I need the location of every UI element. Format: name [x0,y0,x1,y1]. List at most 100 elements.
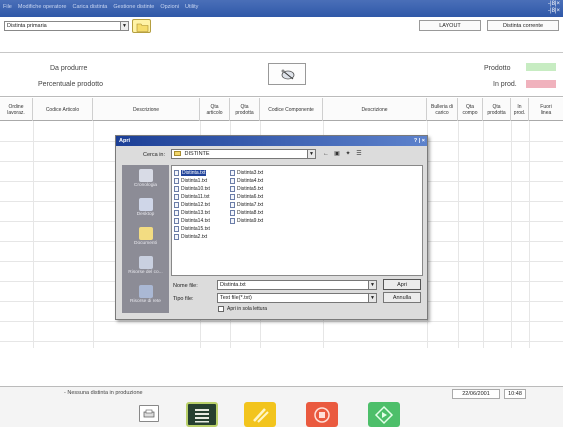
menu-carica-distinta[interactable]: Carica distinta [73,4,108,10]
grid-line [458,121,459,348]
nome-file-input[interactable]: Distinta.txt ▼ [217,280,377,290]
chevron-down-icon[interactable]: ▼ [120,22,128,30]
file-item[interactable]: Distinta4.txt [230,177,263,184]
stop-button[interactable] [306,402,338,427]
view-menu-icon[interactable]: ☰ [355,150,363,158]
file-item[interactable]: Distinta.txt [174,169,207,176]
file-item[interactable]: Distinta12.txt [174,201,210,208]
file-item[interactable]: Distinta14.txt [174,217,210,224]
network-icon [138,285,153,298]
col-ordine-lavorazione[interactable]: Ordine lavoraz. [0,98,33,121]
open-file-dialog: Apri ? | × Cerca in: DISTINTE ▼ ← ▣ ✦ ☰ … [115,135,428,320]
sola-lettura-checkbox[interactable] [218,306,224,312]
file-name: Distinta11.txt [181,193,210,200]
chevron-down-icon[interactable]: ▼ [368,281,376,289]
menu-utility[interactable]: Utility [185,4,198,10]
file-name: Distinta14.txt [181,217,210,224]
computer-icon [138,256,153,269]
tipo-file-value: Text file(*.txt) [220,295,252,301]
col-descrizione-componente[interactable]: Descrizione [323,98,427,121]
distinta-corrente-button[interactable]: Distinta corrente [487,20,559,31]
col-codice-articolo[interactable]: Codice Articolo [33,98,93,121]
new-folder-icon[interactable]: ✦ [344,150,352,158]
text-file-icon [230,177,235,184]
window-controls-doc[interactable]: -|8|× [548,8,560,15]
file-item[interactable]: Distinta8.txt [230,209,263,216]
table-header: Ordine lavoraz. Codice Articolo Descrizi… [0,98,563,121]
place-risorse-computer[interactable]: Risorse del co... [122,254,169,282]
file-item[interactable]: Distinta6.txt [230,193,263,200]
file-item[interactable]: Distinta11.txt [174,193,210,200]
apri-button[interactable]: Apri [383,279,421,290]
place-cronologia[interactable]: Cronologia [122,167,169,195]
place-label: Documenti [134,241,157,246]
cerca-in-select[interactable]: DISTINTE ▼ [171,149,316,159]
start-icon [374,405,394,424]
places-bar: Cronologia Desktop Documenti Risorse del… [122,165,169,313]
menu-modifiche-operatore[interactable]: Modifiche operatore [18,4,67,10]
start-button[interactable] [368,402,400,427]
col-qta-prodotta-compo[interactable]: Qta prodotta [483,98,511,121]
up-folder-icon[interactable]: ▣ [333,150,341,158]
file-item[interactable]: Distinta10.txt [174,185,210,192]
file-item[interactable]: Distinta7.txt [230,201,263,208]
place-label: Cronologia [133,183,158,188]
menu-opzioni[interactable]: Opzioni [160,4,179,10]
print-button[interactable] [139,405,159,422]
layout-button[interactable]: LAYOUT [419,20,481,31]
file-item[interactable]: Distinta15.txt [174,225,210,232]
text-file-icon [174,169,179,176]
col-descrizione[interactable]: Descrizione [93,98,200,121]
sola-lettura-label: Apri in sola lettura [227,306,268,312]
edit-button[interactable] [244,402,276,427]
col-bulleria-carico[interactable]: Bulleria di carico [427,98,458,121]
bottom-button-bar [0,400,563,427]
dialog-title: Apri [119,138,130,144]
col-codice-componente[interactable]: Codice Componente [260,98,323,121]
help-close-buttons[interactable]: ? | × [414,137,425,145]
text-file-icon [174,209,179,216]
file-item[interactable]: Distinta13.txt [174,209,210,216]
edit-icon [253,407,269,423]
wrench-tool-icon [281,69,295,80]
col-qta-prodotta[interactable]: Qta prodotta [230,98,260,121]
file-item[interactable]: Distinta3.txt [230,169,263,176]
annulla-button[interactable]: Annulla [383,292,421,303]
text-file-icon [174,225,179,232]
file-name: Distinta15.txt [181,225,210,232]
col-qta-articolo[interactable]: Qta articolo [200,98,230,121]
col-in-prod[interactable]: In prod. [511,98,529,121]
place-label: Risorse di rete [130,299,161,304]
place-risorse-rete[interactable]: Risorse di rete [122,283,169,311]
file-name: Distinta10.txt [181,185,210,192]
place-desktop[interactable]: Desktop [122,196,169,224]
chevron-down-icon[interactable]: ▼ [307,150,315,158]
col-fuori-linea[interactable]: Fuori linea [529,98,563,121]
col-qta-compo[interactable]: Qta compo [458,98,483,121]
file-item[interactable]: Distinta1.txt [174,177,207,184]
open-folder-button[interactable] [132,19,151,33]
file-name: Distinta6.txt [237,193,264,200]
distinta-select[interactable]: Distinta primaria ▼ [4,21,129,31]
file-item[interactable]: Distinta5.txt [230,185,263,192]
menu-gestione-distinte[interactable]: Gestione distinte [113,4,154,10]
back-arrow-icon[interactable]: ← [322,150,330,158]
chevron-down-icon[interactable]: ▼ [368,294,376,302]
printer-icon [143,409,155,417]
tipo-file-label: Tipo file: [173,296,194,302]
tool-button[interactable] [268,63,306,85]
place-label: Desktop [136,212,155,217]
file-item[interactable]: Distinta9.txt [230,217,263,224]
cerca-in-value: DISTINTE [184,151,210,157]
menu-file[interactable]: File [3,4,12,10]
status-message: - Nessuna distinta in produzione [64,390,143,396]
tipo-file-select[interactable]: Text file(*.txt) ▼ [217,293,377,303]
place-documenti[interactable]: Documenti [122,225,169,253]
window-controls-app[interactable]: -|8|× [548,1,560,8]
window-controls[interactable]: -|8|× -|8|× [548,1,560,15]
nome-file-label: Nome file: [173,283,198,289]
toolbar: Distinta primaria ▼ LAYOUT Distinta corr… [0,17,563,53]
grid-line [483,121,484,348]
file-item[interactable]: Distinta2.txt [174,233,207,240]
list-button[interactable] [186,402,218,427]
